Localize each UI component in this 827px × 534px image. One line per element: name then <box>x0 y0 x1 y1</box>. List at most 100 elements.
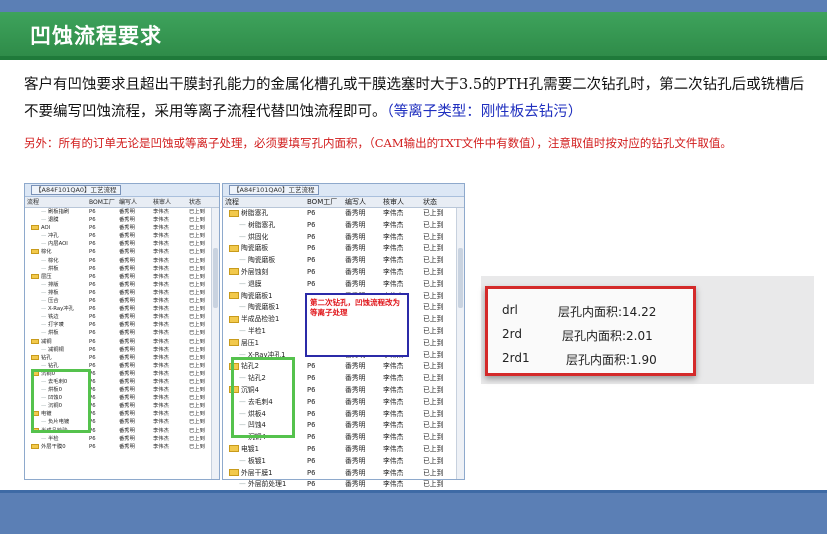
table-cell: 已上到 <box>423 433 444 442</box>
table-cell: 番秀明 <box>119 411 135 418</box>
table-cell: — 内层AOI <box>41 241 68 248</box>
table-cell: 李伟杰 <box>153 435 169 442</box>
table-cell: 已上到 <box>423 244 444 253</box>
table-cell: P6 <box>307 456 316 465</box>
column-header[interactable]: 流程 <box>25 197 87 207</box>
column-header[interactable]: 核审人 <box>151 197 187 207</box>
table-row[interactable]: — 树脂塞孔 P6 番秀明 李伟杰 已上到 <box>223 220 464 232</box>
table-row[interactable]: 钻孔 P6 番秀明 李伟杰 已上到 <box>25 354 219 362</box>
table-row[interactable]: — 排板 P6 番秀明 李伟杰 已上到 <box>25 289 219 297</box>
table-row[interactable]: 外层蚀刻 P6 番秀明 李伟杰 已上到 <box>223 267 464 279</box>
table-cell: 番秀明 <box>119 370 135 377</box>
table-row[interactable]: — X-Ray冲孔 P6 番秀明 李伟杰 已上到 <box>25 305 219 313</box>
table-cell: P6 <box>89 427 96 434</box>
table-cell: 已上到 <box>189 322 205 329</box>
table-row[interactable]: AOI P6 番秀明 李伟杰 已上到 <box>25 224 219 232</box>
column-header[interactable]: 编写人 <box>117 197 151 207</box>
table-row[interactable]: 陶瓷磨板 P6 番秀明 李伟杰 已上到 <box>223 243 464 255</box>
table-row[interactable]: — 烘板 P6 番秀明 李伟杰 已上到 <box>25 329 219 337</box>
table-row[interactable]: — 退膜 P6 番秀明 李伟杰 已上到 <box>223 279 464 291</box>
table-row[interactable]: — 刷板指刷 P6 番秀明 李伟杰 已上到 <box>25 208 219 216</box>
table-cell: 已上到 <box>423 209 444 217</box>
table-cell: 半成品检验1 <box>223 314 305 326</box>
hole-area-box: drl 层孔内面积:14.22 2rd 层孔内面积:2.01 2rd1 层孔内面… <box>485 286 696 376</box>
column-header[interactable]: BOM工厂 <box>305 197 343 207</box>
table-cell: 已上到 <box>189 233 205 240</box>
column-header[interactable]: 状态 <box>187 197 213 207</box>
table-cell: 已上到 <box>189 427 205 434</box>
table-row[interactable]: — 排版 P6 番秀明 李伟杰 已上到 <box>25 281 219 289</box>
table-row[interactable]: 树脂塞孔 P6 番秀明 李伟杰 已上到 <box>223 208 464 220</box>
table-row[interactable]: — 烘固化 P6 番秀明 李伟杰 已上到 <box>223 232 464 244</box>
table-row[interactable]: — 板镀1 P6 番秀明 李伟杰 已上到 <box>223 456 464 468</box>
table-cell: 番秀明 <box>119 346 135 353</box>
table-row[interactable]: — 陶瓷磨板 P6 番秀明 李伟杰 已上到 <box>223 255 464 267</box>
table-row[interactable]: 棕化 P6 番秀明 李伟杰 已上到 <box>25 248 219 256</box>
column-header[interactable]: 状态 <box>421 197 457 207</box>
table-row[interactable]: — 退膜 P6 番秀明 李伟杰 已上到 <box>25 216 219 224</box>
table-cell: 已上到 <box>189 281 205 288</box>
table-cell: 番秀明 <box>345 444 366 453</box>
table-row[interactable]: — 压合 P6 番秀明 李伟杰 已上到 <box>25 297 219 305</box>
column-header[interactable]: 核审人 <box>381 197 421 207</box>
table-cell: 李伟杰 <box>383 385 404 394</box>
table-cell: 已上到 <box>189 403 205 410</box>
column-header[interactable]: 流程 <box>223 197 305 207</box>
table-cell: 李伟杰 <box>153 338 169 345</box>
table-cell: 陶瓷磨板1 <box>223 291 305 303</box>
table-row[interactable]: — 内层AOI P6 番秀明 李伟杰 已上到 <box>25 240 219 248</box>
right-panel-title: 【A84F101QA0】工艺流程 <box>223 184 464 197</box>
table-row[interactable]: — 减铜铜 P6 番秀明 李伟杰 已上到 <box>25 346 219 354</box>
table-row[interactable]: 减铜 P6 番秀明 李伟杰 已上到 <box>25 338 219 346</box>
table-cell: 番秀明 <box>119 209 135 215</box>
table-row[interactable]: — 半检 P6 番秀明 李伟杰 已上到 <box>25 435 219 443</box>
table-cell: 李伟杰 <box>153 427 169 434</box>
table-cell: — 刷板指刷 <box>41 209 70 215</box>
table-cell: 番秀明 <box>119 281 135 288</box>
table-row[interactable]: 外层干膜0 P6 番秀明 李伟杰 已上到 <box>25 443 219 451</box>
table-cell: — 板镀1 <box>239 456 266 465</box>
table-cell: P6 <box>89 435 96 442</box>
table-cell: 李伟杰 <box>153 387 169 394</box>
left-panel-scrollbar[interactable] <box>211 208 219 479</box>
column-header[interactable]: 编写人 <box>343 197 381 207</box>
table-cell: 已上到 <box>189 443 205 450</box>
table-row[interactable]: — 棕化 P6 番秀明 李伟杰 已上到 <box>25 257 219 265</box>
table-cell: — 半检1 <box>239 326 266 335</box>
table-cell: P6 <box>89 354 96 361</box>
column-header[interactable]: BOM工厂 <box>87 197 117 207</box>
table-cell: 已上到 <box>423 267 444 276</box>
table-cell: 已上到 <box>189 209 205 215</box>
table-cell: 已上到 <box>189 249 205 256</box>
table-cell: 李伟杰 <box>153 273 169 280</box>
table-cell: P6 <box>89 265 96 272</box>
table-row[interactable]: — 冲孔 P6 番秀明 李伟杰 已上到 <box>25 232 219 240</box>
table-cell: 已上到 <box>189 346 205 353</box>
table-cell: 已上到 <box>189 241 205 248</box>
table-cell: 番秀明 <box>345 397 366 406</box>
table-cell: P6 <box>307 385 316 394</box>
table-row[interactable]: — 打字唛 P6 番秀明 李伟杰 已上到 <box>25 321 219 329</box>
table-row[interactable]: 外层干膜1 P6 番秀明 李伟杰 已上到 <box>223 468 464 480</box>
table-cell: 番秀明 <box>345 456 366 465</box>
table-cell: 李伟杰 <box>383 444 404 453</box>
table-cell: 番秀明 <box>119 273 135 280</box>
table-row[interactable]: 层压 P6 番秀明 李伟杰 已上到 <box>25 273 219 281</box>
area-line-name: 2rd <box>502 327 522 341</box>
tree-line-icon: — <box>41 306 48 313</box>
table-cell: 番秀明 <box>119 435 135 442</box>
table-cell: 番秀明 <box>119 265 135 272</box>
table-cell: 李伟杰 <box>383 456 404 465</box>
table-cell: 李伟杰 <box>153 362 169 369</box>
table-cell: 已上到 <box>423 315 444 324</box>
table-row[interactable]: 电镀1 P6 番秀明 李伟杰 已上到 <box>223 444 464 456</box>
table-cell: 番秀明 <box>119 225 135 232</box>
title-bar: 凹蚀流程要求 <box>0 12 827 56</box>
bottom-line <box>0 490 827 493</box>
table-row[interactable]: — 烘板 P6 番秀明 李伟杰 已上到 <box>25 265 219 273</box>
table-cell: AOI <box>25 224 87 232</box>
right-panel-scrollbar[interactable] <box>456 208 464 479</box>
table-row[interactable]: — 铣边 P6 番秀明 李伟杰 已上到 <box>25 313 219 321</box>
table-cell: 李伟杰 <box>383 397 404 406</box>
table-cell: P6 <box>89 281 96 288</box>
